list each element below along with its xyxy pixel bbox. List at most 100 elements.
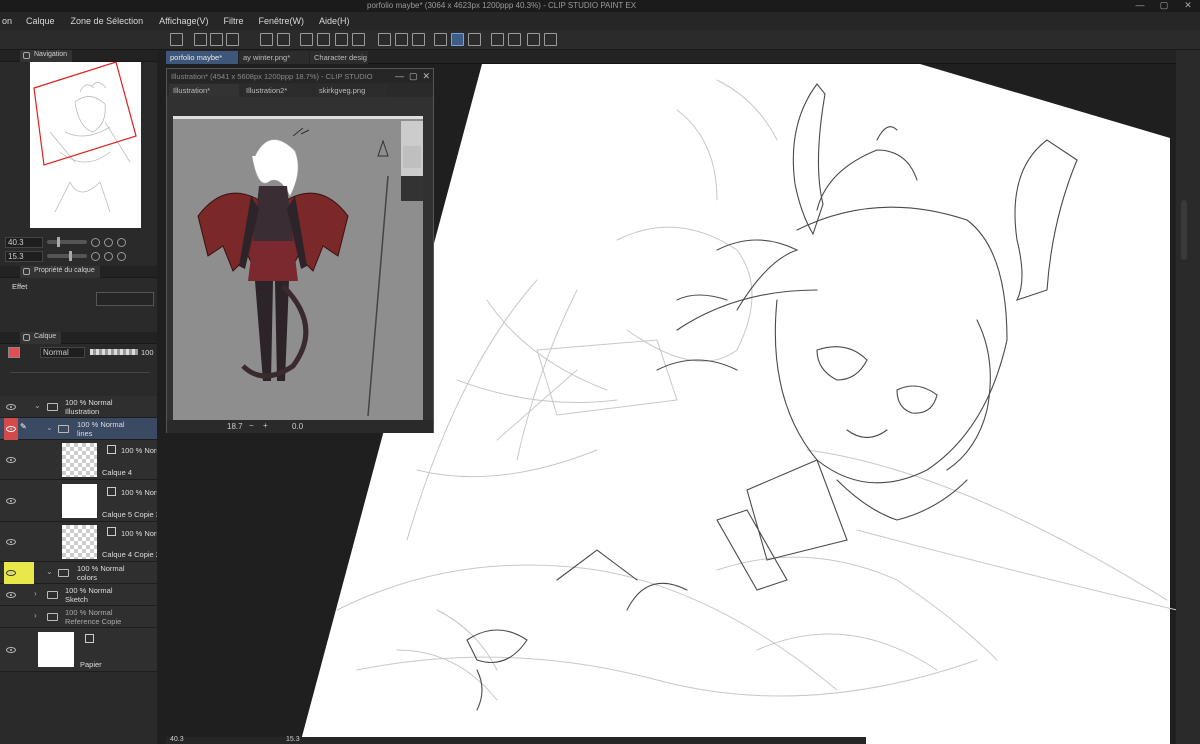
sub-window-controls: — ▢ ✕: [395, 71, 430, 82]
zoom-in-icon[interactable]: [104, 237, 113, 247]
sub-window-title: Illustration* (4541 x 5608px 1200ppp 18.…: [167, 69, 433, 83]
tab-winter[interactable]: ay winter.png*: [239, 51, 309, 64]
layer-actions-row[interactable]: [5, 378, 155, 389]
new-file-icon[interactable]: [194, 33, 207, 46]
tab-layer-property[interactable]: Propriété du calque: [20, 266, 100, 278]
paper-type-icon: [85, 634, 94, 643]
layer-row-illustration[interactable]: ⌄ 100 % Normal Illustration: [0, 396, 157, 418]
sub-angle-value[interactable]: 0.0: [292, 422, 303, 431]
rotate-field[interactable]: 15.3: [5, 250, 43, 262]
menu-item-filtre[interactable]: Filtre: [223, 16, 243, 26]
zoom-row: 40.3: [5, 236, 126, 248]
fill-icon[interactable]: [317, 33, 330, 46]
layer-row-papier[interactable]: Papier: [0, 628, 157, 672]
menu-item-aide[interactable]: Aide(H): [319, 16, 350, 26]
visibility-eye-icon[interactable]: [6, 457, 16, 463]
pen-icon: ✎: [20, 422, 27, 431]
open-file-icon[interactable]: [210, 33, 223, 46]
tab-character-design[interactable]: Character desig: [310, 51, 368, 64]
rotate-slider[interactable]: [47, 251, 87, 261]
tab-layer[interactable]: Calque: [20, 332, 62, 344]
subtab-skirkgveg[interactable]: skirkgveg.png: [315, 84, 387, 97]
layer-row-calque-5-copie-3[interactable]: 100 % Norr Calque 5 Copie 3: [0, 480, 160, 522]
folder-icon: [58, 569, 69, 577]
menu-item-calque[interactable]: Calque: [26, 16, 55, 26]
chevron-right-icon[interactable]: ›: [34, 611, 37, 620]
rotate-left-icon[interactable]: [91, 251, 100, 261]
visibility-eye-icon[interactable]: [6, 404, 16, 410]
sub-zoom-out-button[interactable]: −: [249, 421, 254, 430]
close-button[interactable]: ✕: [1176, 0, 1200, 12]
sub-zoom-in-button[interactable]: +: [263, 421, 268, 430]
layer-row-sketch[interactable]: › 100 % Normal Sketch: [0, 584, 157, 606]
perspective-icon[interactable]: [508, 33, 521, 46]
layer-row-calque-4[interactable]: 100 % Normal Calque 4: [0, 440, 169, 480]
menu-item-on[interactable]: on: [2, 16, 12, 26]
vertical-scrollbar[interactable]: [1181, 200, 1187, 260]
invert-selection-icon[interactable]: [395, 33, 408, 46]
layer-row-lines[interactable]: ✎ ⌄ 100 % Normal lines: [0, 418, 157, 440]
ruler-snap-icon[interactable]: [434, 33, 447, 46]
visibility-eye-icon[interactable]: [6, 570, 16, 576]
crop-icon[interactable]: [352, 33, 365, 46]
zoom-slider[interactable]: [47, 237, 87, 247]
clip-studio-icon[interactable]: [170, 33, 183, 46]
blend-mode-select[interactable]: Normal: [40, 347, 85, 358]
menu-item-selection[interactable]: Zone de Sélection: [71, 16, 144, 26]
save-icon[interactable]: [226, 33, 239, 46]
chevron-right-icon[interactable]: ›: [34, 589, 37, 598]
sub-close-button[interactable]: ✕: [422, 71, 430, 82]
sub-view-canvas[interactable]: [173, 116, 423, 422]
sub-zoom-value[interactable]: 18.7: [227, 422, 243, 431]
zoom-field[interactable]: 40.3: [5, 236, 43, 248]
sub-maximize-button[interactable]: ▢: [409, 71, 418, 82]
folder-icon: [58, 425, 69, 433]
main-color-swatch[interactable]: [8, 347, 20, 358]
menu-item-affichage[interactable]: Affichage(V): [159, 16, 208, 26]
undo-icon[interactable]: [260, 33, 273, 46]
visibility-eye-icon[interactable]: [6, 539, 16, 545]
minimize-button[interactable]: —: [1128, 0, 1152, 12]
visibility-eye-icon[interactable]: [6, 498, 16, 504]
opacity-slider[interactable]: [90, 349, 138, 355]
tab-navigation[interactable]: Navigation: [20, 50, 73, 62]
menu-item-fenetre[interactable]: Fenêtre(W): [258, 16, 304, 26]
frame-icon[interactable]: [544, 33, 557, 46]
zoom-out-icon[interactable]: [91, 237, 100, 247]
opacity-value[interactable]: 100: [141, 348, 154, 357]
layer-row-reference-copie[interactable]: › 100 % Normal Reference Copie: [0, 606, 157, 628]
navigator-preview[interactable]: [30, 62, 141, 228]
visibility-eye-icon[interactable]: [6, 647, 16, 653]
clear-icon[interactable]: [300, 33, 313, 46]
rotate-right-icon[interactable]: [104, 251, 113, 261]
redo-icon[interactable]: [277, 33, 290, 46]
selection-border-icon[interactable]: [412, 33, 425, 46]
sub-minimize-button[interactable]: —: [395, 71, 404, 82]
reset-rotate-icon[interactable]: [117, 251, 126, 261]
chevron-down-icon[interactable]: ⌄: [34, 401, 41, 410]
navigator-panel-header: Navigation: [0, 50, 157, 62]
special-ruler-snap-icon[interactable]: [468, 33, 481, 46]
status-angle[interactable]: 15.3: [286, 736, 300, 743]
brush-snap-icon[interactable]: [451, 33, 464, 46]
transform-icon[interactable]: [335, 33, 348, 46]
visibility-eye-icon[interactable]: [6, 592, 16, 598]
window-controls: — ▢ ✕: [1128, 0, 1200, 12]
layer-row-calque-4-copie-2[interactable]: 100 % Norr Calque 4 Copie 2: [0, 522, 160, 562]
tab-porfolio-maybe[interactable]: porfolio maybe*: [166, 51, 238, 64]
subtab-illustration[interactable]: Illustration*: [169, 84, 239, 97]
maximize-button[interactable]: ▢: [1152, 0, 1176, 12]
sub-view-window[interactable]: Illustration* (4541 x 5608px 1200ppp 18.…: [166, 68, 434, 433]
visibility-eye-icon[interactable]: [6, 426, 16, 432]
subtab-illustration2[interactable]: Illustration2*: [242, 84, 312, 97]
grid-snap-icon[interactable]: [491, 33, 504, 46]
status-zoom[interactable]: 40.3: [170, 736, 184, 743]
effect-buttons[interactable]: [96, 292, 154, 306]
layer-row-colors[interactable]: ⌄ 100 % Normal colors: [0, 562, 157, 584]
deselect-icon[interactable]: [378, 33, 391, 46]
ruler-icon[interactable]: [527, 33, 540, 46]
chevron-down-icon[interactable]: ⌄: [46, 423, 53, 432]
layer-tools-row[interactable]: [10, 363, 150, 373]
fit-view-icon[interactable]: [117, 237, 126, 247]
chevron-down-icon[interactable]: ⌄: [46, 567, 53, 576]
